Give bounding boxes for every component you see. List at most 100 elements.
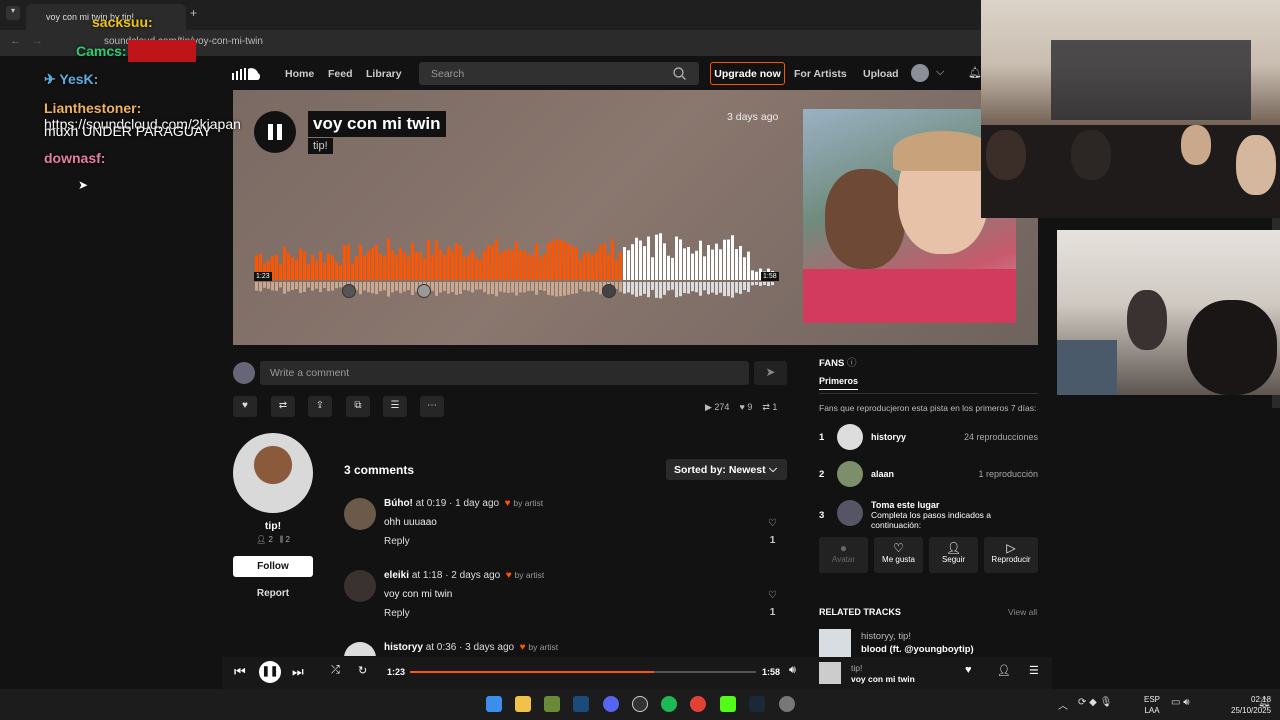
comment-avatar[interactable] (344, 498, 376, 530)
waveform-reflection-bar (591, 282, 594, 291)
sort-dropdown[interactable]: Sorted by: Newest ⌵ (666, 459, 787, 480)
comment-user[interactable]: eleiki (384, 570, 409, 581)
queue-icon[interactable]: ☰ (1029, 664, 1039, 677)
add-to-playlist-button[interactable]: ☰ (383, 396, 407, 417)
tray-chevron-icon[interactable]: ︿ (1058, 697, 1068, 712)
related-track-artist[interactable]: historyy, tip! (861, 631, 911, 642)
steam-icon[interactable] (749, 696, 765, 712)
artist-name[interactable]: tip! (233, 520, 313, 532)
view-all-link[interactable]: View all (1008, 607, 1037, 617)
next-track-icon[interactable]: ⏭︎ (292, 664, 304, 680)
app-icon[interactable] (544, 696, 560, 712)
waveform-total-time: 1:58 (761, 272, 779, 281)
related-track-artwork[interactable] (819, 629, 851, 657)
tray-icons[interactable]: ⟳ ◆ 🎙︎ (1078, 697, 1112, 708)
waveform-bar (575, 247, 578, 280)
follow-button[interactable]: Follow (233, 556, 313, 577)
search-input[interactable]: Search (419, 62, 699, 85)
waveform-comment-avatar[interactable] (342, 284, 356, 298)
notification-center-icon[interactable]: 🔔︎ (1258, 697, 1271, 708)
fans-description: Fans que reproducjeron esta pista en los… (819, 403, 1037, 413)
waveform-reflection-bar (323, 282, 326, 289)
comment-like[interactable]: ♡ 1 (768, 518, 777, 546)
reply-link[interactable]: Reply (384, 608, 410, 619)
reply-link[interactable]: Reply (384, 536, 410, 547)
player-title[interactable]: voy con mi twin (851, 674, 915, 684)
repeat-icon[interactable]: ↻ (358, 664, 367, 677)
file-explorer-icon[interactable] (515, 696, 531, 712)
nav-feed[interactable]: Feed (328, 68, 353, 80)
follow-step-button[interactable]: 👤︎ Seguir (929, 537, 978, 573)
waveform-reflection-bar (487, 282, 490, 295)
comment-avatar[interactable] (344, 570, 376, 602)
play-step-button[interactable]: ▷ Reproducir (984, 537, 1038, 573)
like-button[interactable]: ♥ (233, 396, 257, 417)
waveform-bar (439, 249, 442, 280)
send-comment-icon[interactable]: ➤ (754, 361, 787, 385)
repost-button[interactable]: ⇄ (271, 396, 295, 417)
follow-icon[interactable]: 👤︎ (997, 664, 1011, 677)
pause-icon[interactable]: ❚❚ (259, 661, 281, 683)
nav-upload[interactable]: Upload (863, 68, 899, 80)
like-step-button[interactable]: ♡ Me gusta (874, 537, 923, 573)
waveform-bar (483, 250, 486, 280)
previous-track-icon[interactable]: ⏮︎ (234, 664, 246, 680)
network-volume-icons[interactable]: ▭ 🔊︎ (1171, 697, 1190, 708)
waveform-reflection-bar (559, 282, 562, 297)
nav-for-artists[interactable]: For Artists (794, 68, 847, 80)
artist-avatar[interactable] (233, 433, 313, 513)
shuffle-icon[interactable]: ⤮ (331, 664, 340, 677)
waveform-comment-avatar[interactable] (417, 284, 431, 298)
comment-user[interactable]: historyy (384, 642, 423, 653)
obs-icon[interactable] (632, 696, 648, 712)
waveform-comment-avatar[interactable] (602, 284, 616, 298)
copy-link-button[interactable]: ⧉ (346, 396, 370, 417)
settings-icon[interactable] (779, 696, 795, 712)
kick-icon[interactable] (720, 696, 736, 712)
volume-icon[interactable]: 🔊︎ (789, 664, 796, 677)
spotify-icon[interactable] (661, 696, 677, 712)
share-button[interactable]: ⇪ (308, 396, 332, 417)
fan-row[interactable]: 1 historyy 24 reproducciones (819, 424, 1038, 454)
soundcloud-logo-icon[interactable] (232, 66, 264, 80)
comment-age: · 2 days ago (445, 570, 501, 581)
comment-like[interactable]: ♡ 1 (768, 590, 777, 618)
waveform[interactable] (255, 232, 775, 304)
waveform-bar (471, 250, 474, 280)
waveform-reflection-bar (699, 282, 702, 296)
nav-home[interactable]: Home (285, 68, 314, 80)
info-icon[interactable]: ⓘ (847, 358, 857, 369)
waveform-bar (667, 255, 670, 280)
like-icon[interactable]: ♥ (965, 664, 972, 676)
steam-icon[interactable] (573, 696, 589, 712)
related-track-title[interactable]: blood (ft. @youngboytip) (861, 644, 991, 656)
upgrade-button[interactable]: Upgrade now (710, 62, 785, 85)
pause-button[interactable] (254, 111, 296, 153)
track-artist[interactable]: tip! (308, 138, 333, 154)
comment-avatar[interactable] (344, 642, 376, 656)
waveform-bar (475, 258, 478, 280)
player-artist[interactable]: tip! (851, 663, 862, 673)
player-artwork[interactable] (819, 662, 841, 684)
discord-icon[interactable] (603, 696, 619, 712)
waveform-bar (319, 251, 322, 280)
language-indicator[interactable]: ESP LAA (1144, 694, 1160, 716)
comment-user[interactable]: Búho! (384, 498, 413, 509)
chevron-down-icon[interactable]: ⌵ (936, 66, 944, 79)
report-button[interactable]: Report (233, 588, 313, 599)
comment-timestamp[interactable]: at 0:19 (416, 498, 447, 509)
nav-library[interactable]: Library (366, 68, 402, 80)
fans-tab-primeros[interactable]: Primeros (819, 376, 859, 390)
waveform-bar (523, 250, 526, 280)
more-button[interactable]: ⋯ (420, 396, 444, 417)
comment-input[interactable]: Write a comment (260, 361, 749, 385)
waveform-bar (503, 250, 506, 280)
user-avatar[interactable] (911, 64, 929, 82)
notifications-icon[interactable]: 🔔︎ (968, 66, 982, 79)
comment-timestamp[interactable]: at 0:36 (426, 642, 457, 653)
comment-timestamp[interactable]: at 1:18 (412, 570, 443, 581)
fan-row[interactable]: 2 alaan 1 reproducción (819, 461, 1038, 491)
search-icon[interactable] (673, 67, 686, 80)
chrome-icon[interactable] (690, 696, 706, 712)
windows-start-icon[interactable] (486, 696, 502, 712)
